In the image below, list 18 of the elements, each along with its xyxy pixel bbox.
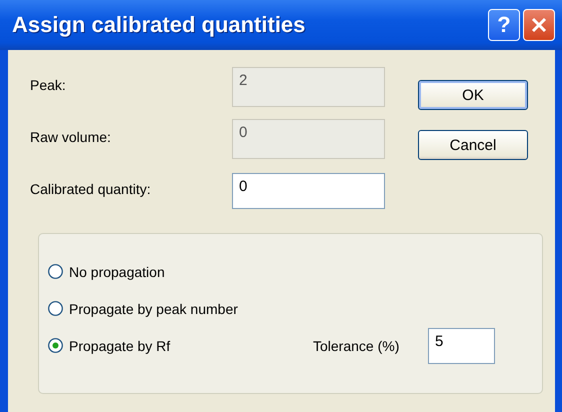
field-label: Raw volume: bbox=[30, 128, 112, 145]
close-icon bbox=[530, 16, 548, 34]
cancel-button[interactable]: Cancel bbox=[418, 130, 528, 160]
radio-icon[interactable] bbox=[48, 264, 63, 279]
field-label: Peak: bbox=[30, 76, 67, 93]
ok-button[interactable]: OK bbox=[418, 80, 528, 110]
close-button[interactable] bbox=[523, 9, 555, 41]
radio-icon[interactable] bbox=[48, 338, 63, 353]
field-label: Calibrated quantity: bbox=[30, 180, 152, 197]
radio-option[interactable]: Propagate by peak number bbox=[48, 300, 313, 316]
radio-icon[interactable] bbox=[48, 301, 63, 316]
tolerance-label: Tolerance (%) bbox=[313, 338, 400, 354]
radio-option[interactable]: No propagation bbox=[48, 264, 313, 280]
window-title: Assign calibrated quantities bbox=[12, 12, 306, 38]
radio-option[interactable]: Propagate by Rf bbox=[48, 338, 313, 354]
tolerance-field[interactable]: 5 bbox=[428, 328, 495, 364]
help-button[interactable]: ? bbox=[488, 9, 520, 41]
input-field[interactable]: 0 bbox=[232, 173, 385, 209]
